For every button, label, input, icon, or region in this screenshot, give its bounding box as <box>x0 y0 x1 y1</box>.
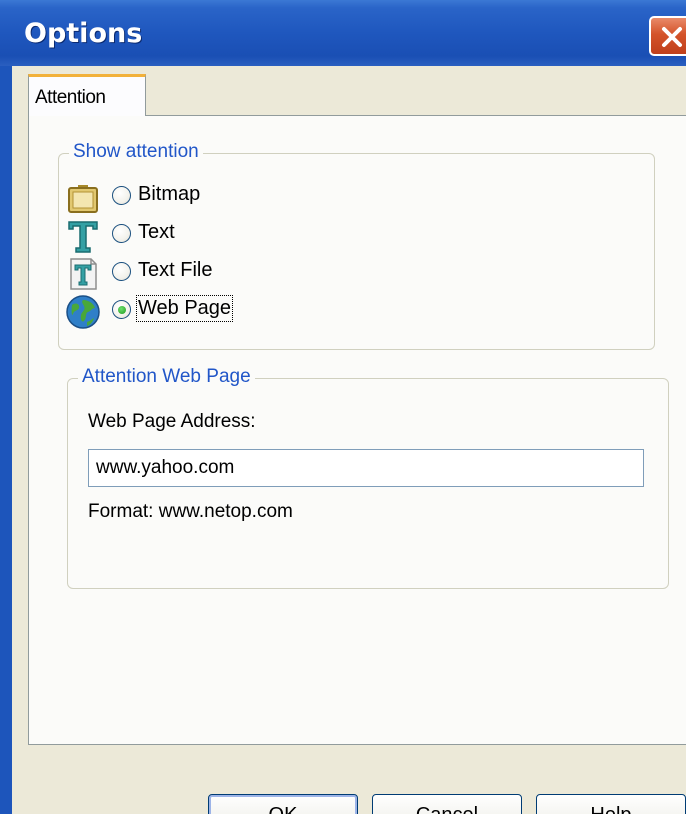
web-page-address-input[interactable]: www.yahoo.com <box>88 449 644 487</box>
tab-panel-attention: Show attention Bitmap Text Text File Web… <box>28 115 686 745</box>
window-frame-left <box>0 66 12 814</box>
bitmap-radio[interactable] <box>112 186 131 205</box>
options-dialog: Options Attention Show attention Bitmap … <box>0 0 686 814</box>
web-page-label: Web Page <box>135 295 234 322</box>
radio-selected-dot <box>118 306 126 314</box>
cancel-button-label: Cancel <box>416 804 478 814</box>
close-icon <box>662 27 682 47</box>
title-bar[interactable]: Options <box>0 0 686 66</box>
format-hint: Format: www.netop.com <box>88 501 293 522</box>
text-file-icon <box>65 256 101 292</box>
tab-attention-label: Attention <box>35 87 106 108</box>
option-text[interactable]: Text <box>59 218 359 254</box>
dialog-client-area: Attention Show attention Bitmap Text Tex… <box>12 66 686 814</box>
web-page-address-value: www.yahoo.com <box>96 457 235 478</box>
attention-web-page-legend: Attention Web Page <box>78 366 255 388</box>
ok-button-label: OK <box>269 804 298 814</box>
help-button-label: Help <box>590 804 631 814</box>
globe-icon <box>65 294 101 330</box>
option-bitmap[interactable]: Bitmap <box>59 180 359 216</box>
window-title: Options <box>24 18 143 49</box>
web-page-address-label: Web Page Address: <box>88 411 256 432</box>
show-attention-group: Show attention Bitmap Text Text File Web… <box>58 141 655 350</box>
bitmap-label: Bitmap <box>138 183 201 205</box>
cancel-button[interactable]: Cancel <box>372 794 522 814</box>
text-file-label: Text File <box>138 259 213 281</box>
text-label: Text <box>138 221 175 243</box>
web-page-radio[interactable] <box>112 300 131 319</box>
option-text-file[interactable]: Text File <box>59 256 359 292</box>
help-button[interactable]: Help <box>536 794 686 814</box>
bitmap-icon <box>65 180 101 216</box>
ok-button[interactable]: OK <box>208 794 358 814</box>
option-web-page[interactable]: Web Page <box>59 294 359 330</box>
text-file-radio[interactable] <box>112 262 131 281</box>
tab-attention[interactable]: Attention <box>28 74 146 116</box>
text-radio[interactable] <box>112 224 131 243</box>
show-attention-legend: Show attention <box>69 141 203 163</box>
attention-web-page-group: Attention Web Page Web Page Address: www… <box>67 366 669 589</box>
text-icon <box>65 218 101 254</box>
close-button[interactable] <box>649 16 686 56</box>
